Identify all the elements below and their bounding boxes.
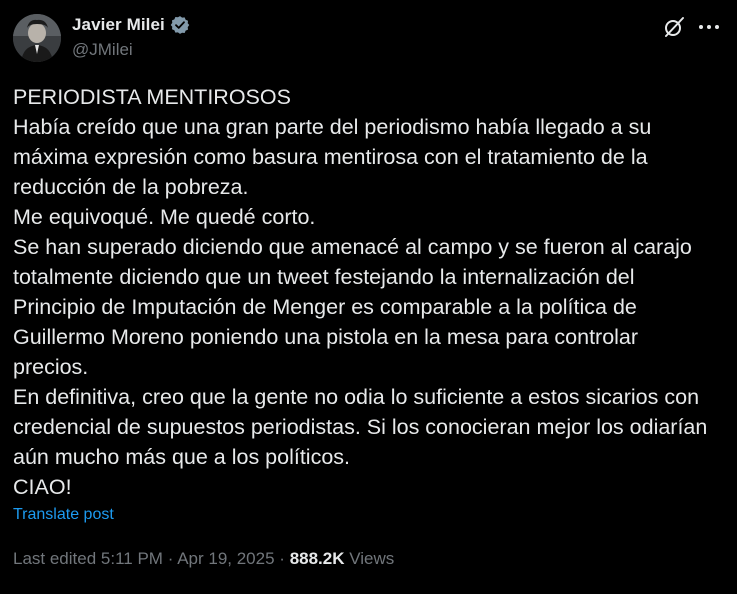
post-text-line: máxima expresión como basura mentirosa c… <box>13 145 648 169</box>
author-handle[interactable]: @JMilei <box>72 40 133 60</box>
post-time[interactable]: 5:11 PM <box>101 549 163 568</box>
post-text-line: Se han superado diciendo que amenacé al … <box>13 235 692 259</box>
post-text-line: PERIODISTA MENTIROSOS <box>13 85 291 109</box>
post-text-line: Había creído que una gran parte del peri… <box>13 115 652 139</box>
post-text: PERIODISTA MENTIROSOS Había creído que u… <box>13 82 731 502</box>
post-text-line: totalmente diciendo que un tweet festeja… <box>13 265 635 289</box>
grok-button[interactable] <box>663 16 685 38</box>
avatar-image <box>13 14 61 62</box>
more-options-button[interactable] <box>697 16 721 38</box>
post-text-line: credencial de supuestos periodistas. Si … <box>13 415 708 439</box>
edited-label[interactable]: Last edited <box>13 549 96 568</box>
post-text-line: aún mucho más que a los políticos. <box>13 445 351 469</box>
views-label[interactable]: Views <box>349 549 394 568</box>
post-text-line: Me equivoqué. Me quedé corto. <box>13 205 316 229</box>
author-display-name[interactable]: Javier Milei <box>72 15 165 35</box>
post-text-line: CIAO! <box>13 475 72 499</box>
meta-separator: · <box>279 549 285 568</box>
post-text-line: Guillermo Moreno poniendo una pistola en… <box>13 325 639 349</box>
post-card: Javier Milei @JMilei PERIODISTA MENTIROS… <box>0 0 737 594</box>
post-text-line: precios. <box>13 355 89 379</box>
views-count[interactable]: 888.2K <box>290 549 345 568</box>
grok-slash-icon <box>665 17 684 37</box>
verified-badge-icon <box>170 15 190 35</box>
translate-post-link[interactable]: Translate post <box>13 506 114 524</box>
more-horizontal-icon <box>699 25 719 29</box>
post-meta: Last edited 5:11 PM · Apr 19, 2025 · 888… <box>13 549 394 569</box>
post-text-line: Principio de Imputación de Menger es com… <box>13 295 637 319</box>
post-text-line: En definitiva, creo que la gente no odia… <box>13 385 700 409</box>
post-date[interactable]: Apr 19, 2025 <box>177 549 274 568</box>
post-text-line: reducción de la pobreza. <box>13 175 249 199</box>
author-name-row[interactable]: Javier Milei <box>72 15 190 35</box>
meta-separator: · <box>167 549 174 568</box>
avatar[interactable] <box>13 14 61 62</box>
